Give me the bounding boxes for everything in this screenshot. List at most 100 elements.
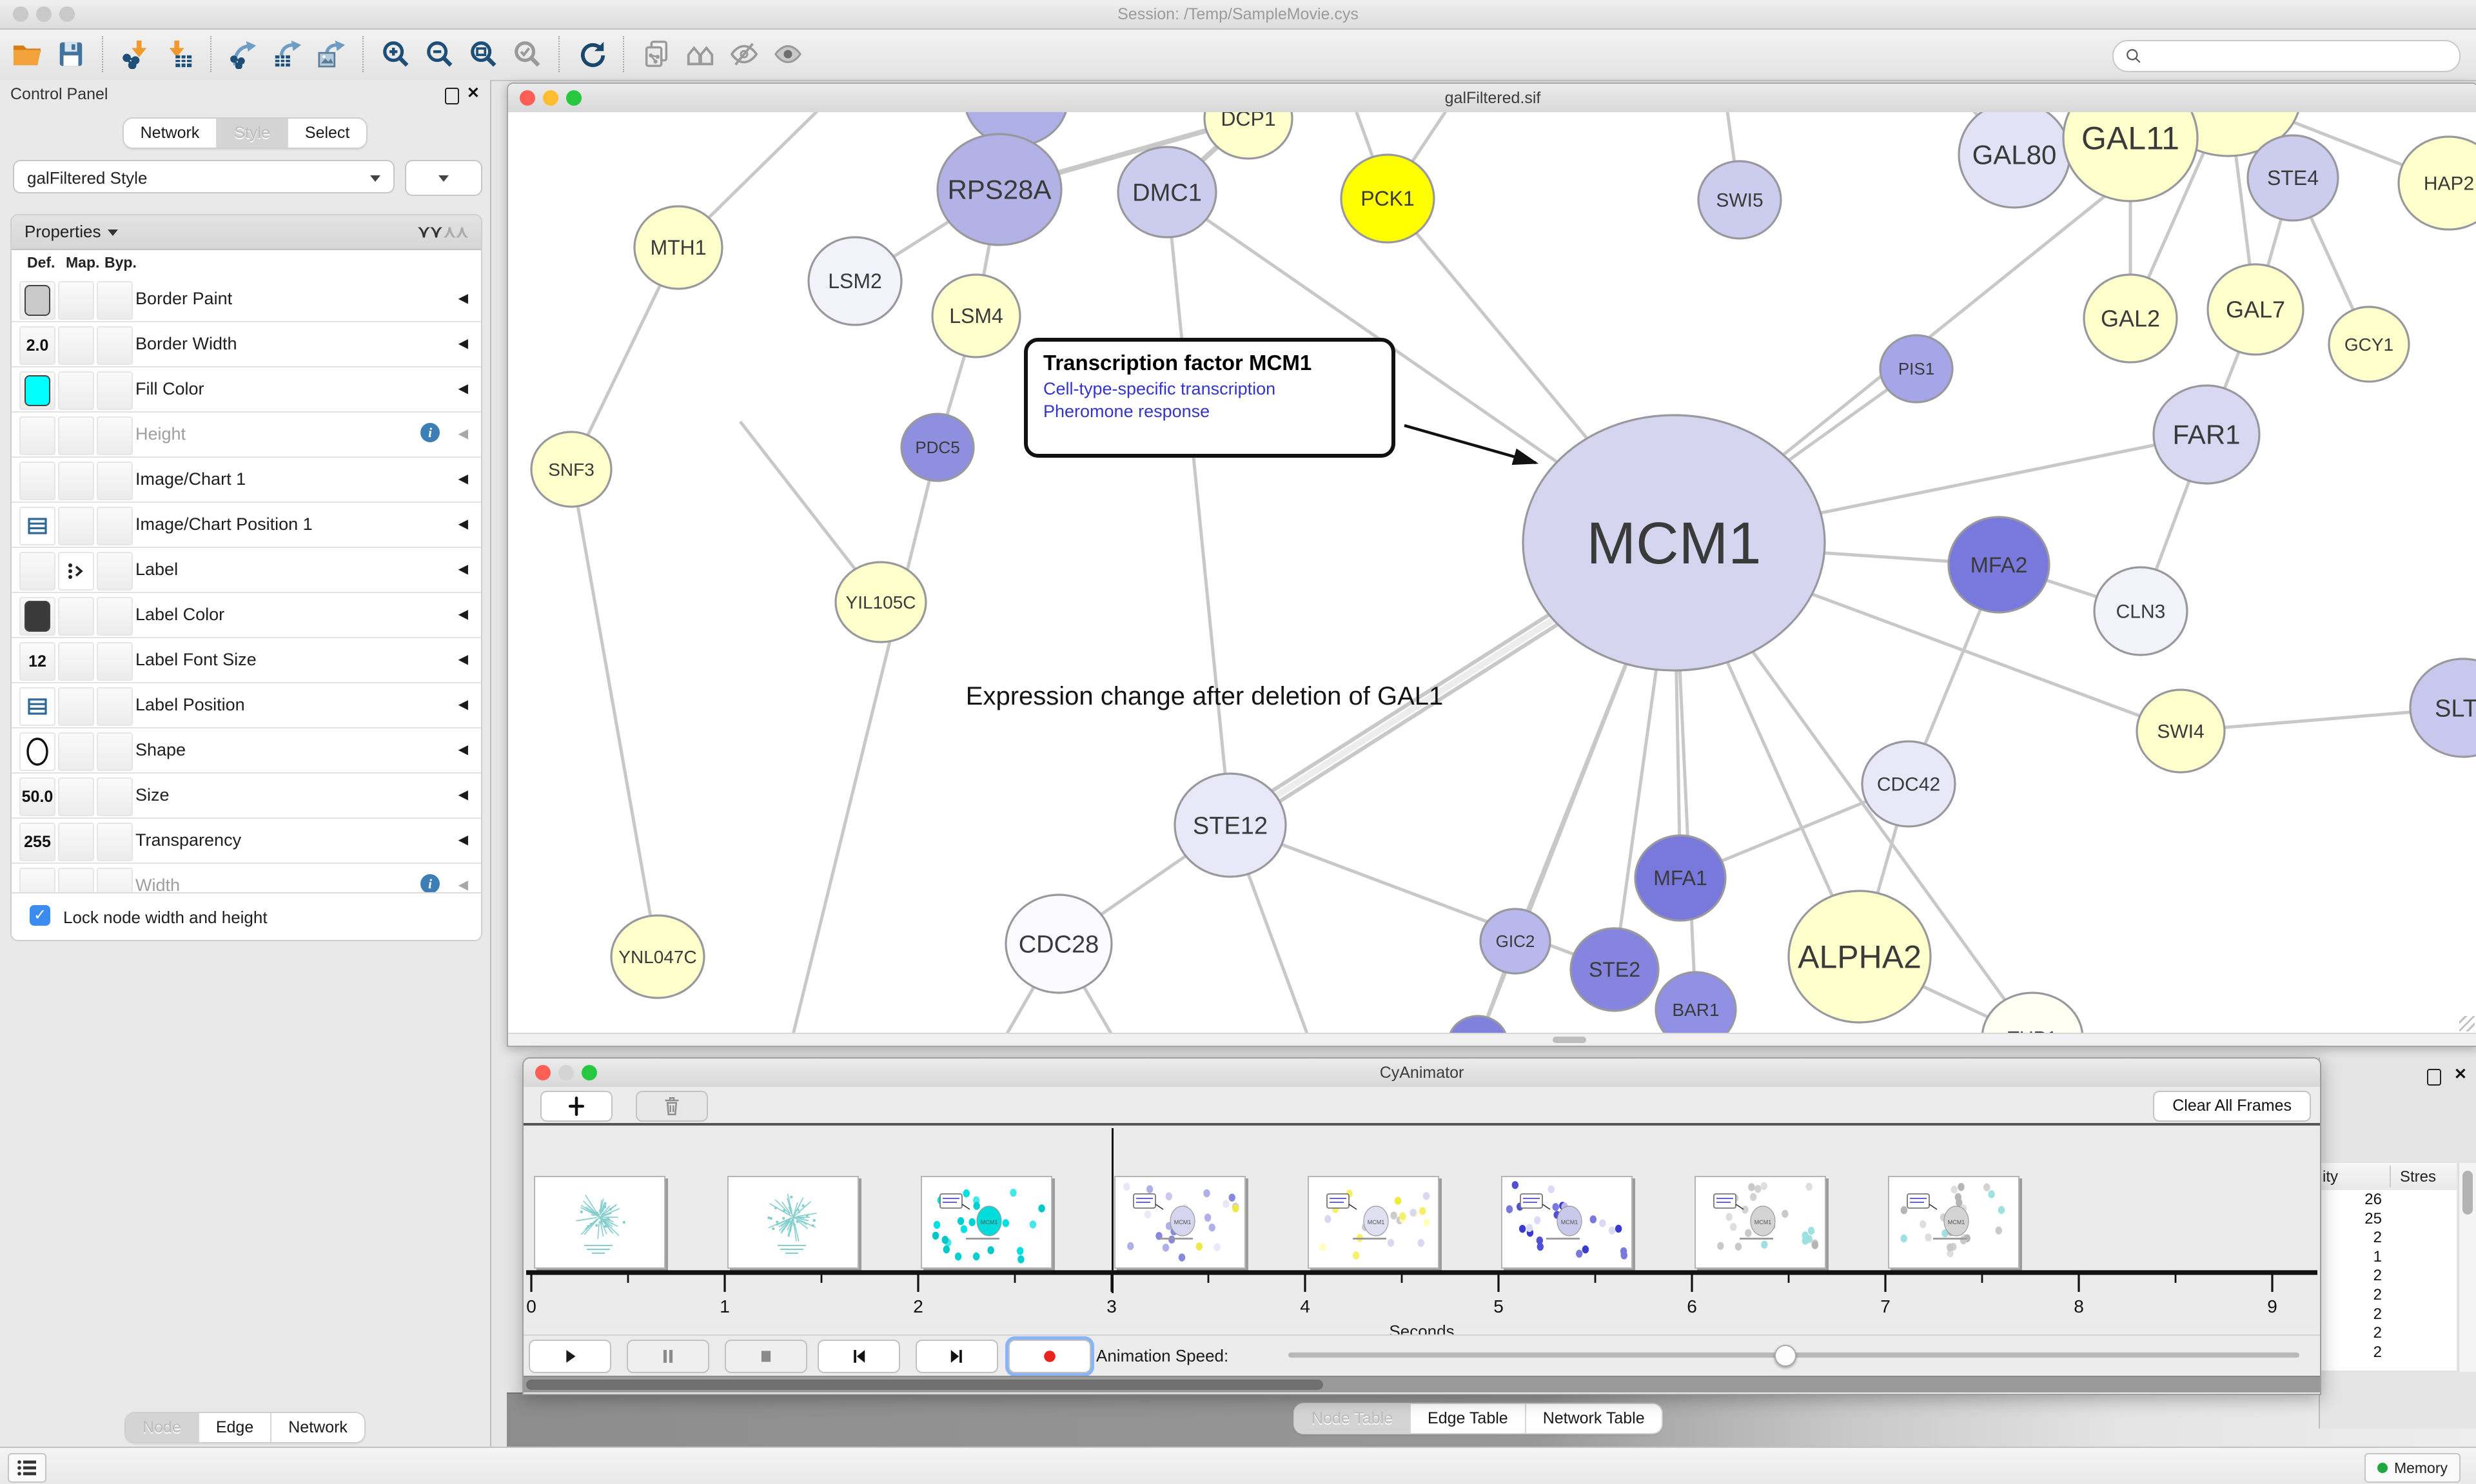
network-node-gal7[interactable]: GAL7 <box>2208 264 2303 355</box>
search-input[interactable] <box>2148 43 2449 69</box>
frame-thumbnail-5[interactable]: MCM1 <box>1501 1176 1633 1269</box>
expand-row-icon[interactable]: ◀ <box>458 832 468 848</box>
mapping-cell[interactable] <box>58 552 94 591</box>
pause-button[interactable] <box>627 1340 709 1373</box>
annotation-link[interactable]: Cell-type-specific transcription <box>1043 379 1376 399</box>
network-node-swi5[interactable]: SWI5 <box>1698 161 1781 239</box>
results-header[interactable]: ity Stres <box>2320 1163 2457 1191</box>
mapping-cell[interactable] <box>58 507 94 545</box>
mapping-cell[interactable] <box>58 326 94 365</box>
properties-header[interactable]: Properties ⋎⋎ ⋏⋏ <box>12 215 481 250</box>
stop-button[interactable] <box>725 1340 807 1373</box>
default-value-cell[interactable] <box>19 416 55 455</box>
style-selector[interactable]: galFiltered Style <box>13 160 395 193</box>
property-row-label-position[interactable]: Label Position◀ <box>12 683 481 728</box>
info-icon[interactable]: i <box>420 874 440 893</box>
results-row[interactable]: 1 <box>2320 1247 2457 1267</box>
default-value-cell[interactable]: 12 <box>19 642 55 681</box>
network-node-gal2[interactable]: GAL2 <box>2084 275 2177 362</box>
search-box[interactable] <box>2112 40 2461 72</box>
scrollbar-thumb[interactable] <box>526 1380 1323 1390</box>
bypass-cell[interactable] <box>97 552 133 591</box>
network-horizontal-scrollbar[interactable] <box>508 1033 2476 1046</box>
network-node-gic2[interactable]: GIC2 <box>1480 909 1550 973</box>
attr-tab-network[interactable]: Network <box>271 1413 364 1442</box>
network-canvas[interactable]: RPS28ADMC1DCP1PCK1SWI5GAL80GAL11STE4HAP2… <box>508 112 2476 1046</box>
network-node-yil105c[interactable]: YIL105C <box>836 562 926 642</box>
bypass-cell[interactable] <box>97 823 133 861</box>
network-node-gcy1[interactable]: GCY1 <box>2329 307 2409 382</box>
memory-button[interactable]: Memory <box>2364 1453 2461 1483</box>
zoom-fit-button[interactable] <box>464 35 503 73</box>
mcm1-annotation[interactable]: Transcription factor MCM1 Cell-type-spec… <box>1024 338 1395 458</box>
frame-thumbnail-0[interactable] <box>534 1176 665 1269</box>
network-node-far1[interactable]: FAR1 <box>2154 386 2259 483</box>
tab-style[interactable]: Style <box>217 119 288 148</box>
results-row[interactable]: 2 <box>2320 1323 2457 1343</box>
import-table-button[interactable] <box>160 35 199 73</box>
network-node-mcm1[interactable]: MCM1 <box>1523 415 1825 670</box>
scrollbar-thumb[interactable] <box>2462 1171 2473 1215</box>
property-row-fill-color[interactable]: Fill Color◀ <box>12 367 481 413</box>
property-row-label-color[interactable]: Label Color◀ <box>12 593 481 638</box>
attr-tab-node[interactable]: Node <box>126 1413 199 1442</box>
network-edge[interactable] <box>571 469 658 957</box>
refresh-layout-button[interactable] <box>573 35 611 73</box>
mapping-cell[interactable] <box>58 732 94 771</box>
default-value-cell[interactable]: 2.0 <box>19 326 55 365</box>
network-node-cdc28[interactable]: CDC28 <box>1006 895 1112 993</box>
mapping-cell[interactable] <box>58 823 94 861</box>
default-value-cell[interactable] <box>19 371 55 410</box>
bypass-cell[interactable] <box>97 732 133 771</box>
save-session-button[interactable] <box>52 35 90 73</box>
slider-thumb[interactable] <box>1774 1345 1796 1367</box>
network-node-pis1[interactable]: PIS1 <box>1880 335 1952 402</box>
mapping-cell[interactable] <box>58 371 94 410</box>
property-row-size[interactable]: 50.0Size◀ <box>12 774 481 819</box>
export-table-button[interactable] <box>268 35 307 73</box>
bypass-cell[interactable] <box>97 416 133 455</box>
expand-row-icon[interactable]: ◀ <box>458 696 468 712</box>
frame-thumbnail-2[interactable]: MCM1 <box>921 1176 1052 1269</box>
frame-thumbnail-6[interactable]: MCM1 <box>1695 1176 1826 1269</box>
network-node-gal11[interactable]: GAL11 <box>2063 112 2197 201</box>
default-value-cell[interactable] <box>19 552 55 591</box>
tab-network[interactable]: Network <box>124 119 218 148</box>
mapping-cell[interactable] <box>58 597 94 636</box>
close-panel-icon[interactable]: ✕ <box>2454 1065 2467 1084</box>
animation-speed-slider[interactable] <box>1288 1352 2299 1358</box>
frame-thumbnail-3[interactable]: MCM1 <box>1114 1176 1246 1269</box>
mapping-cell[interactable] <box>58 687 94 726</box>
expand-row-icon[interactable]: ◀ <box>458 741 468 757</box>
mapping-cell[interactable] <box>58 281 94 320</box>
network-edge[interactable] <box>1167 192 1230 825</box>
property-row-transparency[interactable]: 255Transparency◀ <box>12 819 481 864</box>
zoom-out-button[interactable] <box>420 35 459 73</box>
default-value-cell[interactable] <box>19 507 55 545</box>
annotation-link[interactable]: Pheromone response <box>1043 402 1376 422</box>
default-value-cell[interactable] <box>19 732 55 771</box>
network-edge[interactable] <box>1230 825 1615 970</box>
import-network-button[interactable] <box>116 35 155 73</box>
property-row-height[interactable]: Heighti◀ <box>12 413 481 458</box>
network-node-pck1[interactable]: PCK1 <box>1341 155 1434 242</box>
table-tab-node-table[interactable]: Node Table <box>1295 1404 1411 1433</box>
results-column-stress[interactable]: Stres <box>2400 1168 2436 1186</box>
zoom-in-button[interactable] <box>377 35 415 73</box>
expand-row-icon[interactable]: ◀ <box>458 335 468 351</box>
show-all-button[interactable] <box>769 35 807 73</box>
expand-row-icon[interactable]: ◀ <box>458 606 468 622</box>
results-row[interactable]: 2 <box>2320 1266 2457 1285</box>
lock-size-checkbox[interactable]: ✓ <box>30 905 50 926</box>
network-node-gal80[interactable]: GAL80 <box>1959 112 2070 208</box>
results-scrollbar[interactable] <box>2458 1163 2476 1372</box>
results-column-ity[interactable]: ity <box>2323 1168 2338 1186</box>
network-node-hap2[interactable]: HAP2 <box>2399 137 2476 229</box>
bypass-cell[interactable] <box>97 371 133 410</box>
default-value-cell[interactable]: 50.0 <box>19 777 55 816</box>
results-row[interactable]: 26 <box>2320 1190 2457 1209</box>
bypass-cell[interactable] <box>97 642 133 681</box>
first-neighbors-button[interactable] <box>681 35 720 73</box>
default-value-cell[interactable] <box>19 597 55 636</box>
network-node-snf3[interactable]: SNF3 <box>531 432 611 507</box>
